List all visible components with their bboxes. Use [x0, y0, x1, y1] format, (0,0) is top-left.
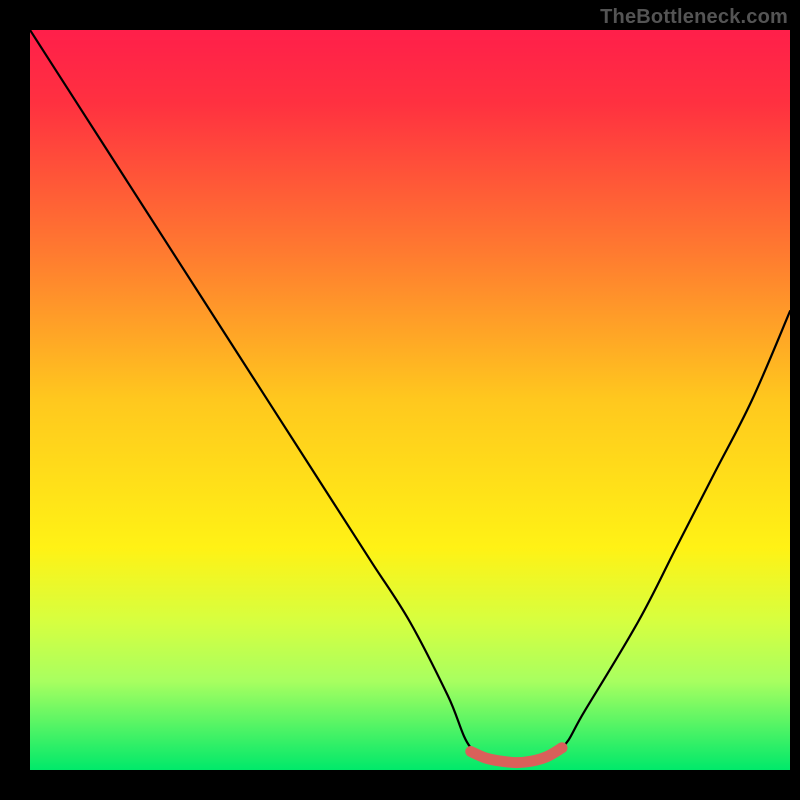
watermark-text: TheBottleneck.com	[600, 6, 788, 29]
optimal-marker	[471, 748, 562, 763]
plot-area	[30, 30, 790, 770]
chart-svg	[30, 30, 790, 770]
bottleneck-curve	[30, 30, 790, 765]
chart-frame: TheBottleneck.com	[0, 0, 800, 800]
